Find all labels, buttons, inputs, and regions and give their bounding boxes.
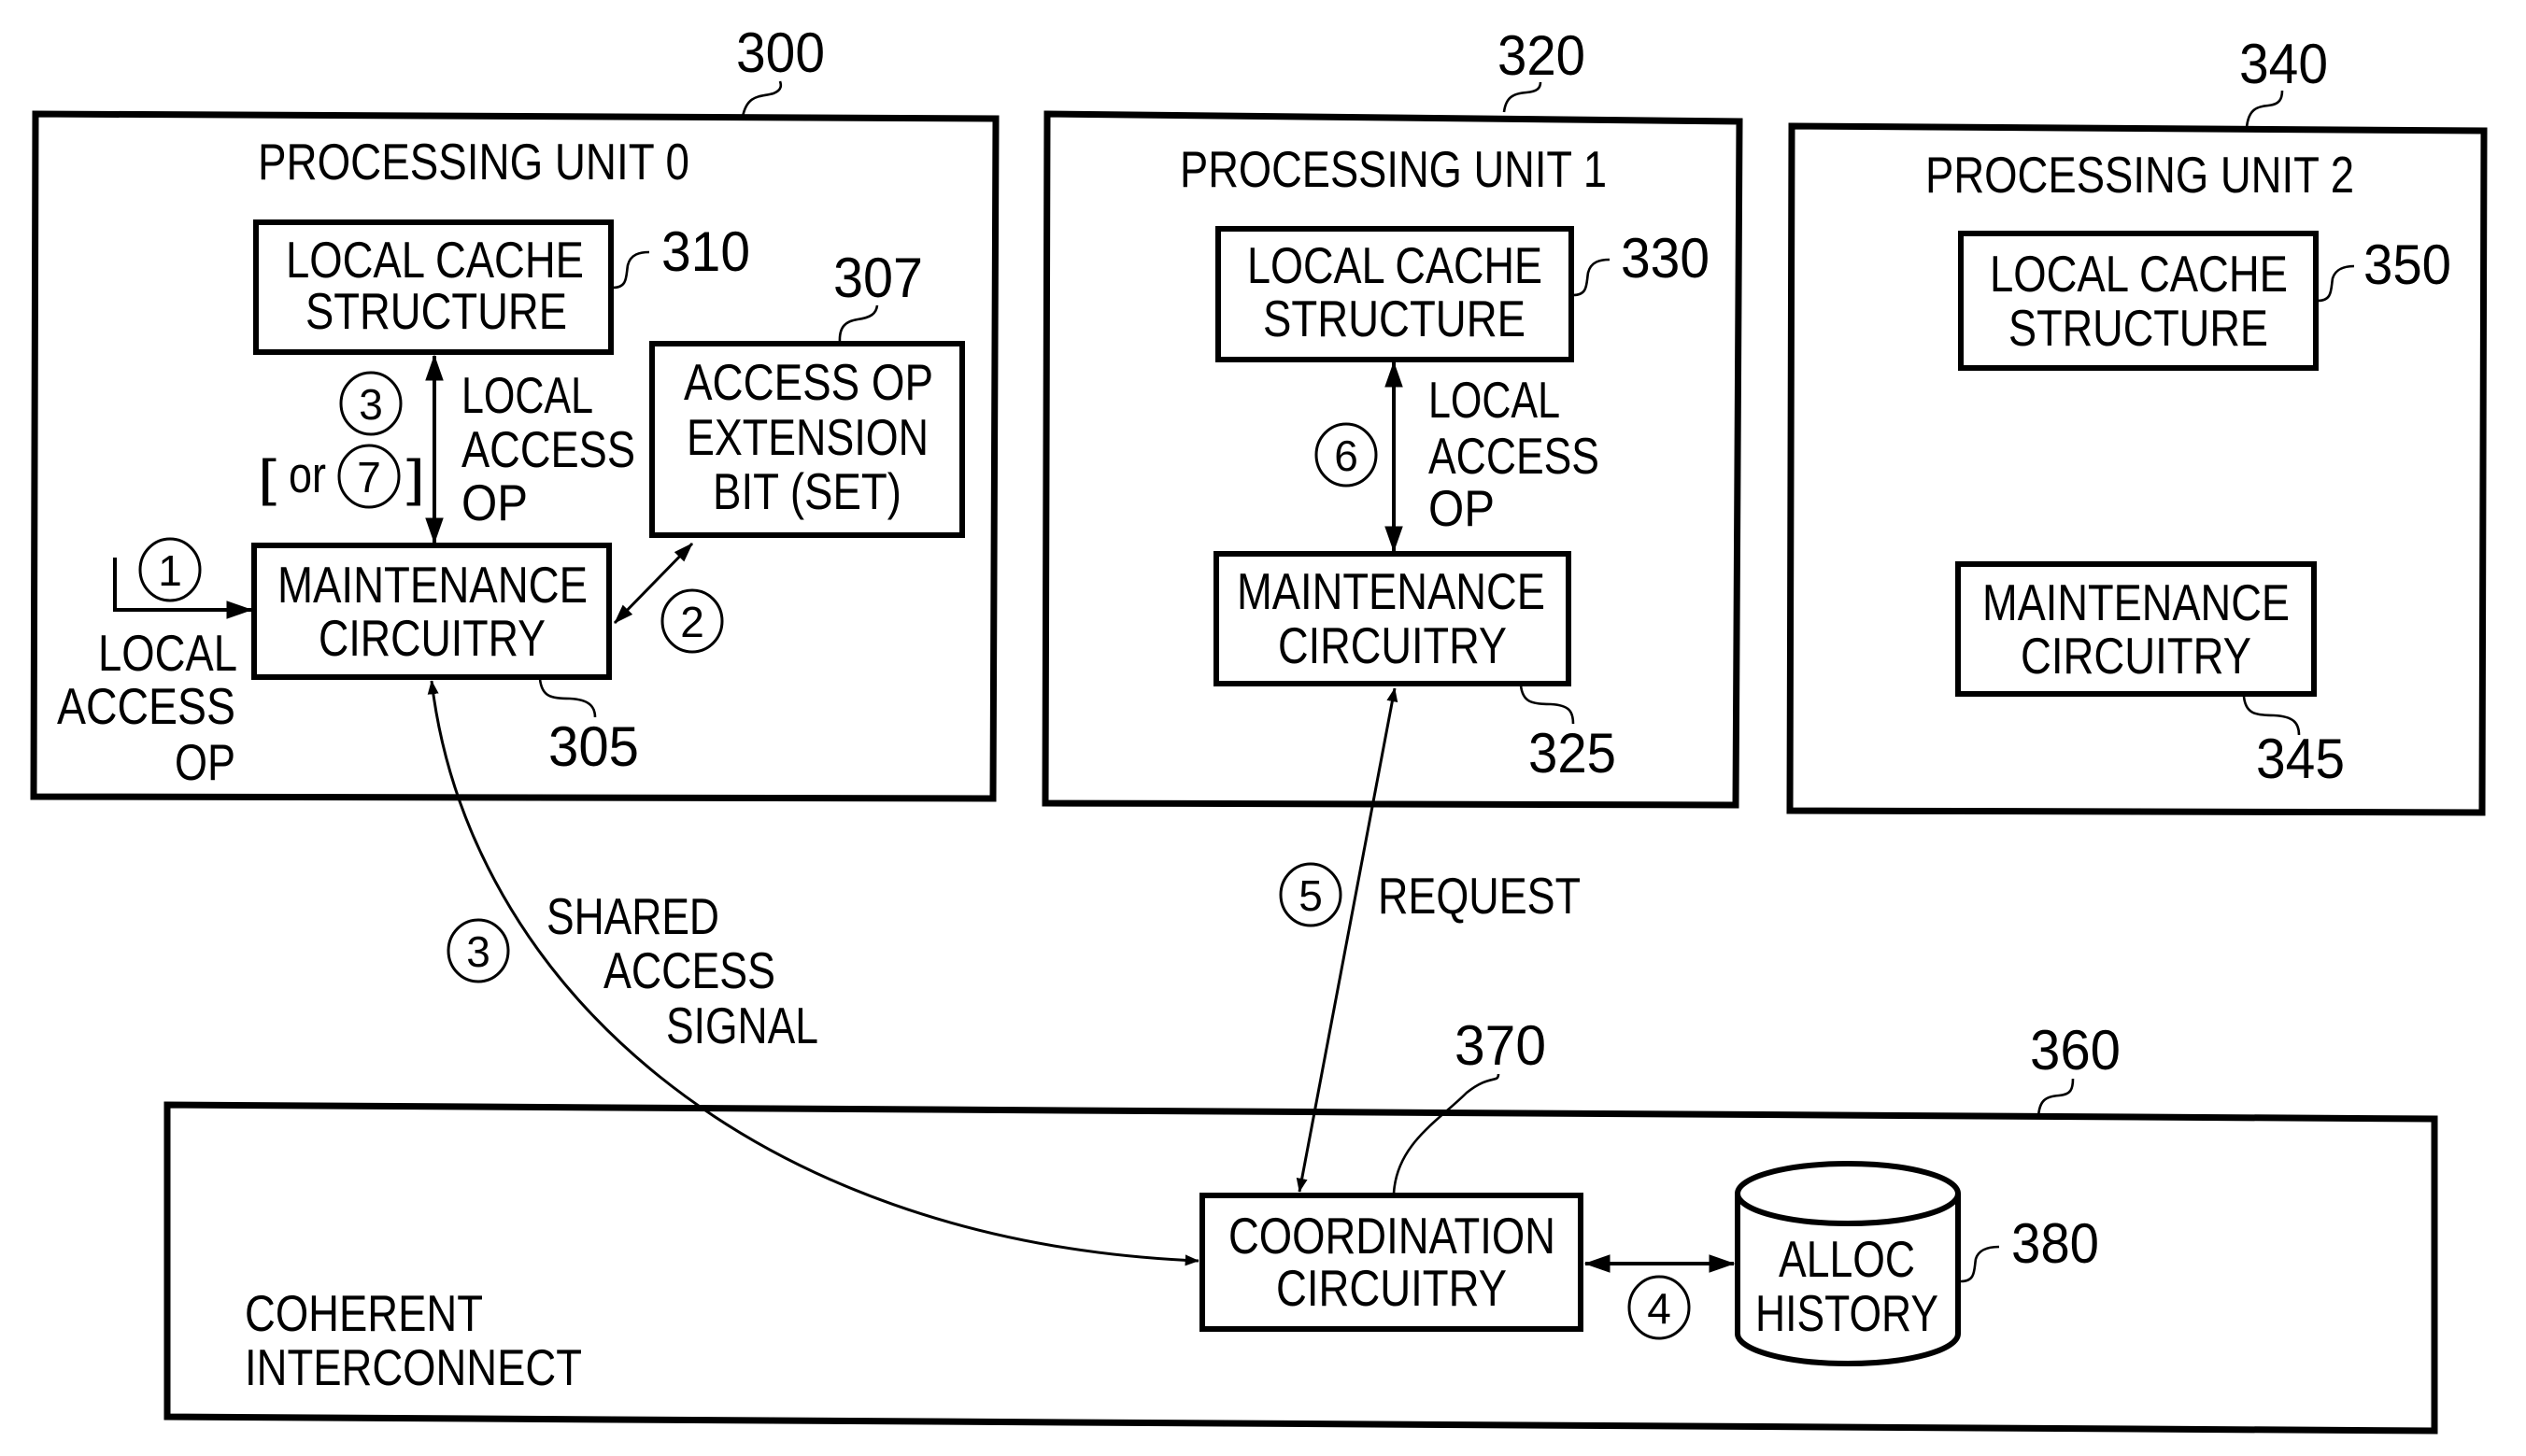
alt-or-label: or [289, 445, 326, 503]
coherent-interconnect-line-1: COHERENT [245, 1284, 483, 1342]
ref-370-leader [1392, 1073, 1500, 1194]
coordination-370-line-2: CIRCUITRY [1276, 1259, 1507, 1317]
maintenance-305-line-1: MAINTENANCE [277, 556, 588, 614]
shared-access-signal: 3 SHARED ACCESS SIGNAL [427, 680, 1199, 1266]
local-cache-310-line-2: STRUCTURE [305, 282, 567, 340]
coherent-interconnect: COHERENT INTERCONNECT 360 COORDINATION C… [163, 1014, 2438, 1435]
maintenance-345-line-1: MAINTENANCE [1982, 573, 2290, 631]
ref-320: 320 [1497, 24, 1585, 87]
ref-350-leader [2317, 264, 2355, 303]
step-number: 1 [158, 546, 182, 595]
ref-325: 325 [1528, 722, 1616, 785]
processing-unit-1: PROCESSING UNIT 1 320 LOCAL CACHE STRUCT… [1042, 24, 1743, 809]
shared-access-signal-arrow [427, 680, 1199, 1266]
ref-360-leader [2036, 1078, 2075, 1118]
ref-330: 330 [1621, 227, 1710, 290]
step-number: 3 [466, 927, 490, 976]
local-access-op-unit-0-line-2: ACCESS [461, 420, 635, 478]
ref-310-leader [612, 250, 650, 290]
ref-325-leader [1519, 685, 1575, 725]
input-label-line-1: LOCAL [98, 624, 237, 682]
maintenance-325-line-1: MAINTENANCE [1237, 562, 1545, 620]
ref-300: 300 [736, 21, 825, 84]
alloc-history-line-2: HISTORY [1755, 1284, 1938, 1342]
ref-380-leader [1960, 1245, 2000, 1283]
local-cache-350-line-1: LOCAL CACHE [1990, 245, 2288, 303]
ref-307-leader [838, 304, 879, 344]
local-cache-310-line-1: LOCAL CACHE [286, 231, 584, 289]
ref-340: 340 [2239, 33, 2328, 95]
local-cache-330-line-1: LOCAL CACHE [1247, 236, 1542, 294]
step-6-badge: 6 [1314, 422, 1378, 488]
maintenance-325-line-2: CIRCUITRY [1278, 616, 1507, 674]
shared-access-signal-line-3: SIGNAL [666, 997, 818, 1054]
step-number: 6 [1334, 431, 1358, 480]
shared-access-signal-line-2: ACCESS [603, 941, 775, 999]
step-4-badge: 4 [1627, 1275, 1691, 1340]
local-access-op-unit-1-line-1: LOCAL [1428, 371, 1560, 429]
ref-360: 360 [2030, 1019, 2121, 1081]
step-1-badge: 1 [138, 537, 202, 602]
step-2-badge: 2 [660, 588, 724, 654]
maintenance-345-line-2: CIRCUITRY [2021, 627, 2251, 685]
coordination-370-line-1: COORDINATION [1228, 1207, 1555, 1265]
ref-350: 350 [2363, 233, 2451, 296]
maintenance-305-line-2: CIRCUITRY [319, 609, 546, 667]
step-number: 2 [680, 598, 704, 646]
ref-305-leader [538, 678, 597, 718]
coherent-interconnect-diagram: PROCESSING UNIT 0 300 LOCAL CACHE STRUCT… [0, 0, 2526, 1456]
step-number: 7 [357, 453, 381, 502]
step-number: 4 [1647, 1284, 1671, 1333]
coherent-interconnect-line-2: INTERCONNECT [245, 1338, 582, 1396]
ref-370: 370 [1455, 1014, 1546, 1077]
step-3-shared-badge: 3 [447, 918, 510, 983]
local-access-op-unit-0-line-1: LOCAL [461, 366, 593, 424]
ref-340-leader [2245, 90, 2284, 128]
ref-380: 380 [2011, 1212, 2099, 1275]
cylinder-top [1735, 1161, 1961, 1226]
ref-307: 307 [833, 247, 923, 309]
processing-unit-2-title: PROCESSING UNIT 2 [1925, 146, 2354, 204]
processing-unit-0-title: PROCESSING UNIT 0 [258, 133, 689, 191]
input-label-line-3: OP [175, 733, 235, 791]
shared-access-signal-line-1: SHARED [546, 887, 719, 945]
alt-bracket-close: ] [406, 448, 425, 506]
processing-unit-1-title: PROCESSING UNIT 1 [1180, 140, 1607, 198]
ref-300-leader [741, 80, 783, 118]
alloc-history-line-1: ALLOC [1779, 1230, 1915, 1288]
extension-bit-line-1: ACCESS OP [684, 353, 933, 411]
local-access-op-unit-1-line-2: ACCESS [1428, 427, 1599, 485]
ref-305: 305 [548, 715, 639, 778]
step-number: 3 [359, 380, 383, 429]
extension-bit-line-2: EXTENSION [687, 408, 929, 466]
ref-330-leader [1572, 258, 1611, 297]
step-3-local-badge: 3 [339, 371, 403, 436]
request-arrow [1296, 687, 1398, 1193]
input-label-line-2: ACCESS [57, 677, 235, 735]
request-label: REQUEST [1378, 867, 1581, 925]
processing-unit-2: PROCESSING UNIT 2 340 LOCAL CACHE STRUCT… [1786, 33, 2488, 816]
processing-unit-0: PROCESSING UNIT 0 300 LOCAL CACHE STRUCT… [30, 21, 1000, 802]
local-access-op-unit-0-line-3: OP [461, 474, 528, 531]
processing-unit-2-frame [1786, 122, 2488, 816]
local-access-op-unit-1-line-3: OP [1428, 479, 1495, 537]
local-cache-350-line-2: STRUCTURE [2008, 299, 2268, 357]
local-cache-330-line-2: STRUCTURE [1263, 290, 1526, 347]
extension-bit-line-3: BIT (SET) [713, 462, 901, 520]
ref-310: 310 [661, 220, 750, 283]
step-5-badge: 5 [1279, 862, 1342, 927]
alt-bracket-open: [ [258, 448, 277, 506]
step-number: 5 [1298, 871, 1323, 920]
ref-345: 345 [2256, 728, 2345, 790]
step-7-alt-badge: 7 [337, 444, 401, 509]
